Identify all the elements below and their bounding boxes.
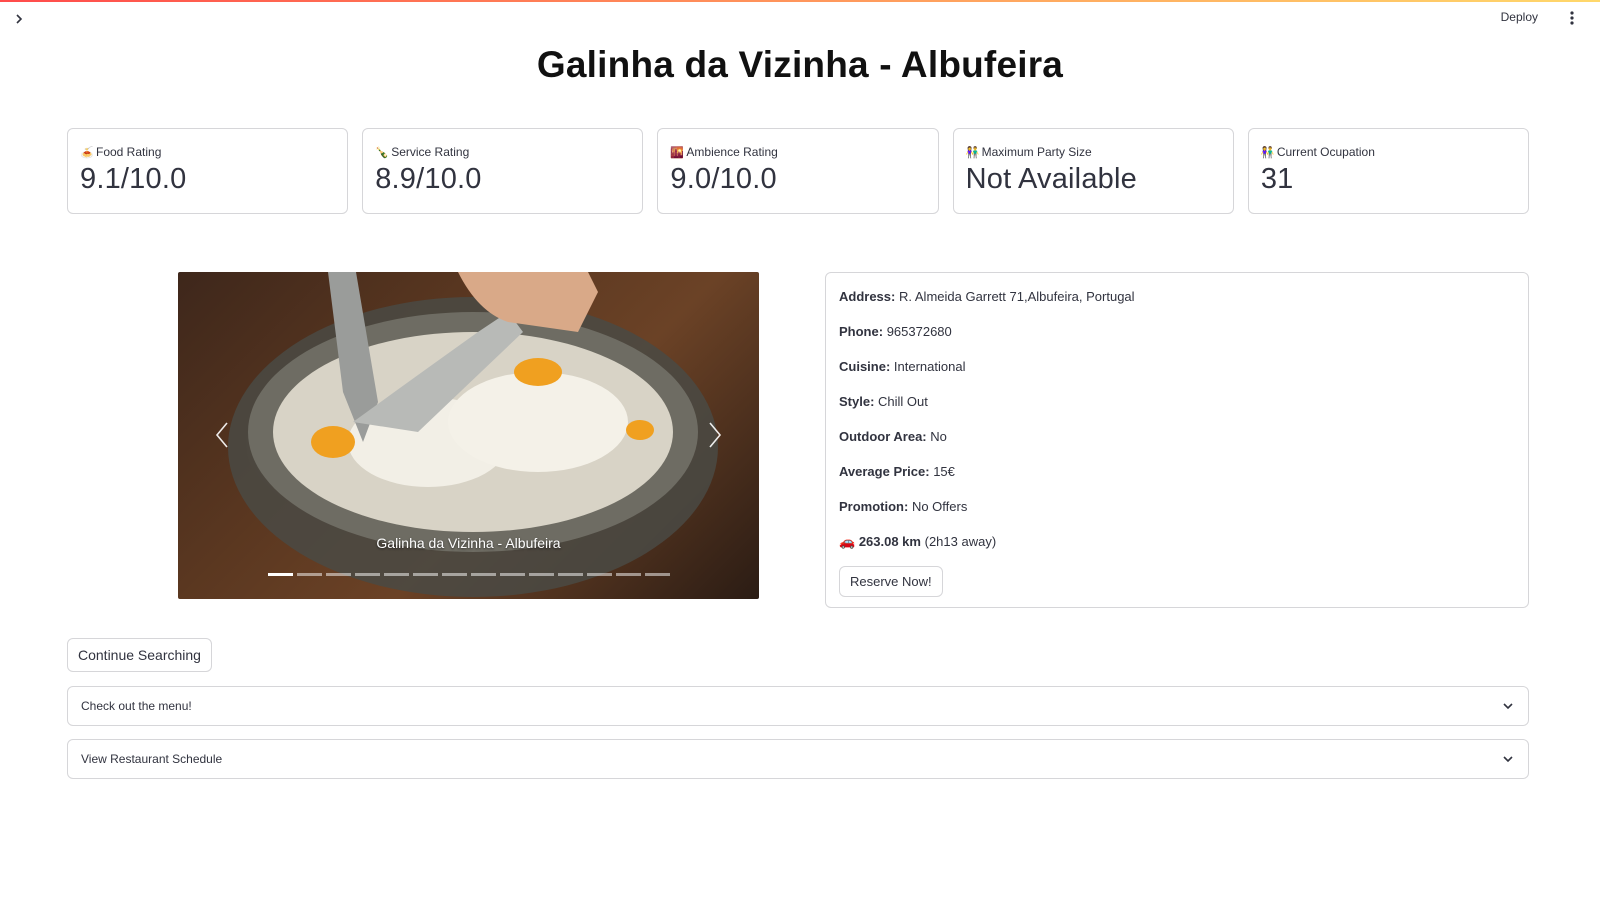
- carousel-prev-button[interactable]: [210, 418, 234, 452]
- bottle-icon: 🍾: [375, 146, 389, 159]
- car-icon: 🚗: [839, 534, 856, 549]
- detail-value: 965372680: [886, 324, 952, 339]
- food-icon: 🍝: [80, 146, 94, 159]
- detail-address: Address: R. Almeida Garrett 71,Albufeira…: [839, 288, 1515, 323]
- detail-value: Chill Out: [878, 394, 928, 409]
- carousel-caption: Galinha da Vizinha - Albufeira: [376, 535, 561, 551]
- detail-label: Style:: [839, 394, 875, 409]
- carousel-indicator[interactable]: [645, 573, 670, 576]
- chevron-right-icon: [16, 14, 23, 24]
- carousel-indicators: [268, 573, 670, 576]
- main-menu-button[interactable]: [1562, 8, 1582, 28]
- carousel-indicator[interactable]: [268, 573, 293, 576]
- carousel-indicator[interactable]: [587, 573, 612, 576]
- metric-max-party-size: 👫 Maximum Party Size Not Available: [952, 128, 1234, 214]
- restaurant-details: Address: R. Almeida Garrett 71,Albufeira…: [825, 272, 1529, 608]
- metrics-row: 🍝 Food Rating 9.1/10.0 🍾 Service Rating …: [67, 128, 1530, 214]
- detail-cuisine: Cuisine: International: [839, 358, 1515, 393]
- detail-label: Average Price:: [839, 464, 930, 479]
- carousel-indicator[interactable]: [442, 573, 467, 576]
- metric-value: 9.1/10.0: [80, 163, 187, 195]
- detail-average-price: Average Price: 15€: [839, 463, 1515, 498]
- kebab-menu-icon: [1570, 11, 1574, 25]
- detail-value: No Offers: [911, 499, 968, 514]
- detail-label: Cuisine:: [839, 359, 891, 374]
- metric-current-occupation: 👫 Current Ocupation 31: [1247, 128, 1530, 214]
- distance-value: 263.08 km: [858, 534, 921, 549]
- carousel-indicator[interactable]: [616, 573, 641, 576]
- carousel-indicator[interactable]: [413, 573, 438, 576]
- carousel-indicator[interactable]: [471, 573, 496, 576]
- detail-phone: Phone: 965372680: [839, 323, 1515, 358]
- people-icon: 👫: [965, 146, 980, 159]
- detail-promotion: Promotion: No Offers: [839, 498, 1515, 533]
- detail-style: Style: Chill Out: [839, 393, 1515, 428]
- metric-label: Current Ocupation: [1276, 145, 1375, 159]
- detail-outdoor-area: Outdoor Area: No: [839, 428, 1515, 463]
- metric-label: Maximum Party Size: [981, 145, 1092, 159]
- continue-searching-button[interactable]: Continue Searching: [67, 638, 212, 672]
- detail-label: Address:: [839, 289, 896, 304]
- expander-label: View Restaurant Schedule: [81, 752, 223, 766]
- detail-value: 15€: [933, 464, 955, 479]
- detail-value: R. Almeida Garrett 71,Albufeira, Portuga…: [898, 289, 1135, 304]
- schedule-expander[interactable]: View Restaurant Schedule: [67, 739, 1529, 779]
- expander-label: Check out the menu!: [81, 699, 192, 713]
- metric-food-rating: 🍝 Food Rating 9.1/10.0: [67, 128, 349, 214]
- metric-label: Ambience Rating: [686, 145, 778, 159]
- sidebar-toggle-button[interactable]: [10, 10, 28, 28]
- chevron-down-icon: [1503, 756, 1513, 763]
- carousel-indicator[interactable]: [500, 573, 525, 576]
- detail-label: Promotion:: [839, 499, 909, 514]
- carousel-indicator[interactable]: [384, 573, 409, 576]
- reserve-button[interactable]: Reserve Now!: [839, 566, 943, 597]
- carousel-indicator[interactable]: [558, 573, 583, 576]
- metric-ambience-rating: 🌇 Ambience Rating 9.0/10.0: [657, 128, 939, 214]
- metric-service-rating: 🍾 Service Rating 8.9/10.0: [362, 128, 644, 214]
- carousel-indicator[interactable]: [529, 573, 554, 576]
- detail-distance: 🚗 263.08 km (2h13 away): [839, 533, 1515, 568]
- detail-value: International: [893, 359, 966, 374]
- image-carousel[interactable]: Galinha da Vizinha - Albufeira: [178, 272, 759, 599]
- carousel-indicator[interactable]: [297, 573, 322, 576]
- detail-value: No: [930, 429, 947, 444]
- chevron-left-icon: [215, 422, 228, 448]
- menu-expander[interactable]: Check out the menu!: [67, 686, 1529, 726]
- metric-value: 31: [1260, 163, 1294, 195]
- metric-label: Service Rating: [391, 145, 470, 159]
- metric-value: 8.9/10.0: [375, 163, 482, 195]
- carousel-indicator[interactable]: [355, 573, 380, 576]
- carousel-next-button[interactable]: [703, 418, 727, 452]
- chevron-right-icon: [709, 422, 722, 448]
- chevron-down-icon: [1503, 703, 1513, 710]
- metric-value: Not Available: [965, 163, 1137, 195]
- detail-label: Phone:: [839, 324, 884, 339]
- people-icon: 👫: [1260, 146, 1275, 159]
- cityscape-icon: 🌇: [670, 146, 685, 159]
- metric-label: Food Rating: [96, 145, 162, 159]
- detail-label: Outdoor Area:: [839, 429, 927, 444]
- carousel-indicator[interactable]: [326, 573, 351, 576]
- page-title: Galinha da Vizinha - Albufeira: [536, 44, 1064, 85]
- decoration-stripe: [0, 0, 1600, 2]
- distance-time: (2h13 away): [924, 534, 997, 549]
- metric-value: 9.0/10.0: [670, 163, 777, 195]
- deploy-button[interactable]: Deploy: [1501, 10, 1538, 24]
